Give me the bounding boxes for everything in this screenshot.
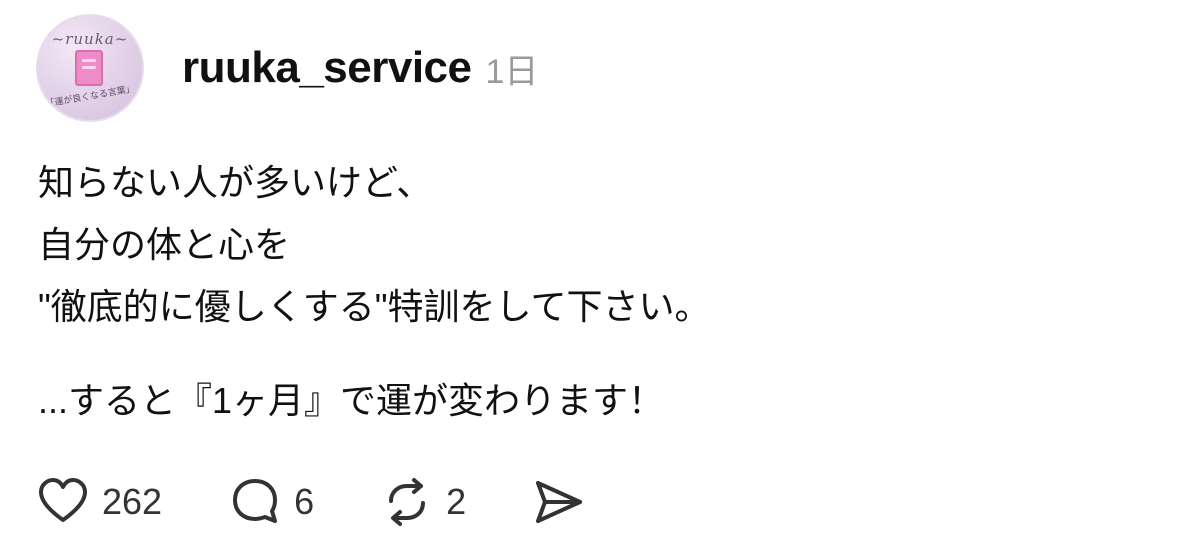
post-actions: 262 6 2 [36,470,586,534]
share-button[interactable] [532,475,586,529]
post-header: ~ruuka~ 「運が良くなる言葉」 ruuka_service 1日 [36,12,538,124]
post-text-line: ...すると『1ヶ月』で運が変わります！ [38,380,665,421]
comment-button[interactable]: 6 [228,475,314,529]
comment-count: 6 [294,481,315,522]
post-body: 知らない人が多いけど、 自分の体と心を "徹底的に優しくする"特訓をして下さい。… [38,152,1138,432]
paper-plane-icon [536,481,583,523]
like-button[interactable]: 262 [36,475,162,529]
post-timestamp[interactable]: 1日 [486,44,539,93]
post-text-line: 知らない人が多いけど、 [38,162,433,203]
post-text-line: 自分の体と心を [38,224,291,265]
repost-arrows-icon [389,478,426,526]
username[interactable]: ruuka_service [182,43,472,93]
speech-bubble-icon [233,479,278,523]
like-count: 262 [102,481,163,522]
heart-icon [39,478,87,522]
post-text-line: "徹底的に優しくする"特訓をして下さい。 [38,286,711,327]
avatar-brand-text: ~ruuka~ [51,30,129,48]
notebook-icon [75,50,103,86]
avatar[interactable]: ~ruuka~ 「運が良くなる言葉」 [36,14,144,122]
repost-button[interactable]: 2 [380,475,466,529]
repost-count: 2 [446,481,467,522]
